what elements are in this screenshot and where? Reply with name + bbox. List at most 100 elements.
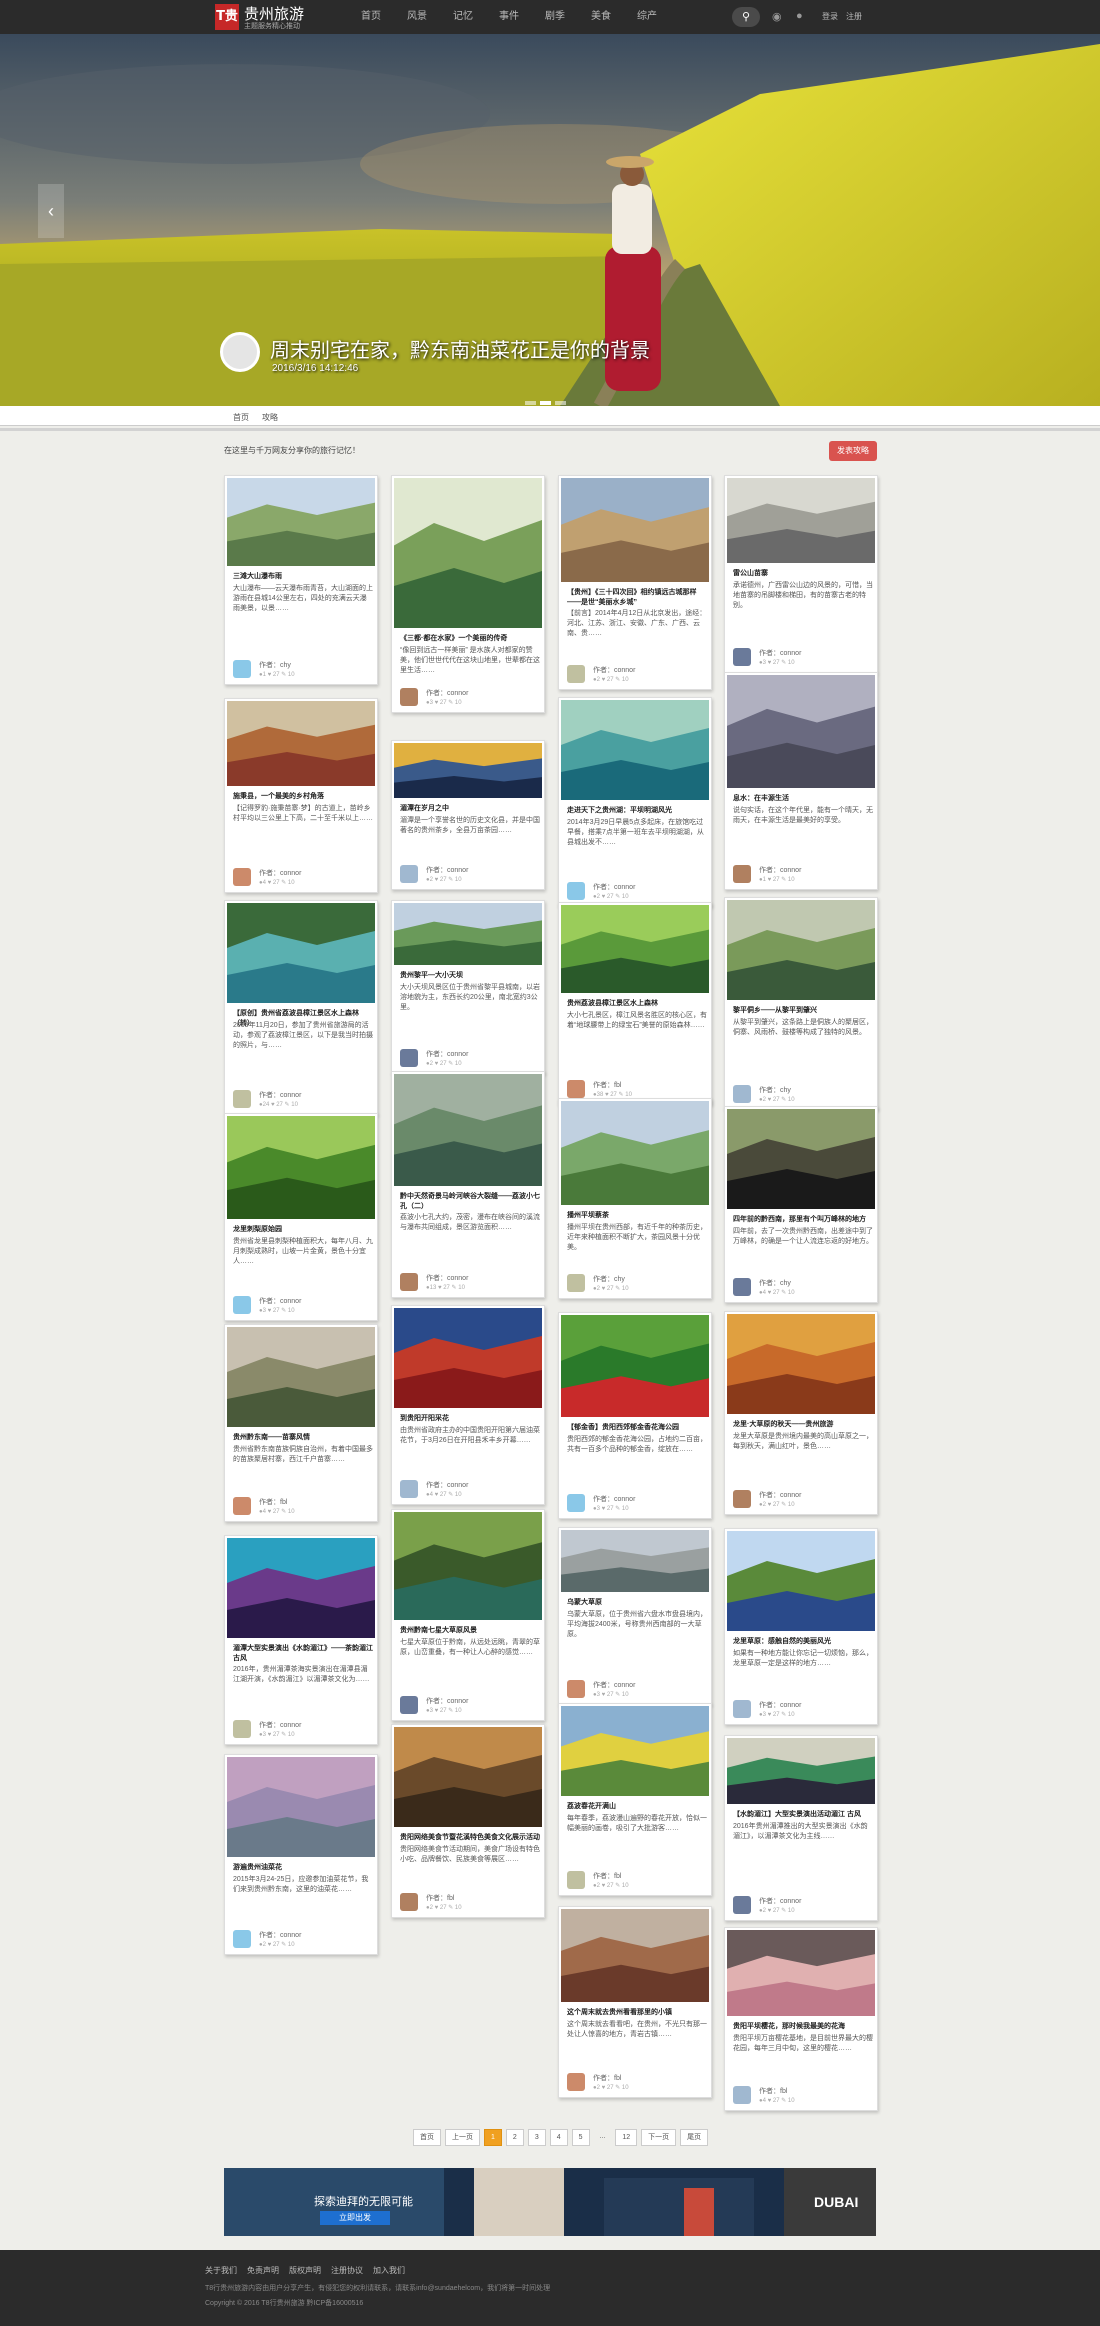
card-author[interactable]: 作者：connor	[426, 1049, 468, 1059]
author-avatar[interactable]	[733, 1700, 751, 1718]
author-avatar[interactable]	[567, 1080, 585, 1098]
nav-item-memory[interactable]: 记忆	[440, 0, 486, 34]
card-author[interactable]: 作者：connor	[593, 665, 635, 675]
card-thumbnail[interactable]	[727, 900, 875, 1000]
card-thumbnail[interactable]	[561, 478, 709, 582]
hero-slider[interactable]: ‹ 周末别宅在家，黔东南油菜花正是你的背景 2016/3/16 14:12:46	[0, 34, 1100, 406]
card-thumbnail[interactable]	[727, 1531, 875, 1631]
author-avatar[interactable]	[567, 1871, 585, 1889]
card-title[interactable]: 【水韵湄江】大型实景演出活动湄江 古风	[733, 1810, 873, 1820]
card-title[interactable]: 雷公山苗寨	[733, 569, 873, 579]
card-title[interactable]: 三滩大山瀑布雨	[233, 572, 373, 582]
card-author[interactable]: 作者：connor	[259, 868, 301, 878]
card-title[interactable]: 【贵州】《三十四次回》相约镇远古城那样——是世“美丽水乡城”	[567, 588, 707, 608]
card-title[interactable]: 贵州黔南七星大草原风景	[400, 1626, 540, 1636]
article-card[interactable]: 湄潭大型实景演出《水韵湄江》——茶韵湄江 古风 2016年，贵州湄潭茶海实景演出在…	[224, 1535, 378, 1745]
card-title[interactable]: 龙里刺梨原始园	[233, 1225, 373, 1235]
card-author[interactable]: 作者：fbl	[426, 1893, 454, 1903]
author-avatar[interactable]	[400, 1893, 418, 1911]
author-avatar[interactable]	[733, 2086, 751, 2104]
card-thumbnail[interactable]	[227, 1116, 375, 1219]
article-card[interactable]: 黔中天然奇景马岭河峡谷大裂缝——荔波小七孔（二） 荔波小七孔大约，茂密，漫布在峡谷…	[391, 1071, 545, 1298]
weibo-icon[interactable]: ◉	[772, 10, 782, 23]
card-author[interactable]: 作者：connor	[426, 1480, 468, 1490]
card-title[interactable]: 【郁金香】贵阳西郊郁金香花海公园	[567, 1423, 707, 1433]
card-thumbnail[interactable]	[394, 1074, 542, 1186]
article-card[interactable]: 贵州黔南七星大草原风景 七星大草原位于黔南，从远处远眺，青翠的草原，山峦重叠，有一…	[391, 1509, 545, 1721]
article-card[interactable]: 贵州黔东南——苗寨风情 贵州省黔东南苗族侗族自治州，有着中国最多的苗族聚居村寨，西…	[224, 1324, 378, 1522]
login-link[interactable]: 登录	[822, 11, 838, 22]
article-card[interactable]: 施秉县，一个最美的乡村角落 【记得罗豹·施秉苗寨·梦】的古道上，苗岭乡村平均以三公…	[224, 698, 378, 893]
page-button[interactable]: 4	[549, 2129, 568, 2146]
slide-dot[interactable]	[525, 401, 536, 405]
card-thumbnail[interactable]	[227, 1327, 375, 1427]
card-author[interactable]: 作者：fbl	[593, 2073, 621, 2083]
card-title[interactable]: 贵州荔波县樟江景区水上森林	[567, 999, 707, 1009]
card-title[interactable]: 湄潭大型实景演出《水韵湄江》——茶韵湄江 古风	[233, 1644, 373, 1664]
card-author[interactable]: 作者：connor	[759, 865, 801, 875]
card-author[interactable]: 作者：connor	[593, 1680, 635, 1690]
card-thumbnail[interactable]	[227, 903, 375, 1003]
author-avatar[interactable]	[567, 665, 585, 683]
card-thumbnail[interactable]	[561, 700, 709, 800]
card-thumbnail[interactable]	[727, 1930, 875, 2016]
author-avatar[interactable]	[567, 1494, 585, 1512]
search-button[interactable]: ⚲	[732, 7, 760, 27]
card-author[interactable]: 作者：connor	[426, 1273, 468, 1283]
card-thumbnail[interactable]	[561, 1909, 709, 2002]
author-avatar[interactable]	[567, 882, 585, 900]
author-avatar[interactable]	[400, 865, 418, 883]
author-avatar[interactable]	[567, 2073, 585, 2091]
card-title[interactable]: 乌蒙大草原	[567, 1598, 707, 1608]
nav-item-scenery[interactable]: 风景	[394, 0, 440, 34]
site-logo[interactable]: T贵	[215, 4, 239, 30]
footer-link-copyright[interactable]: 版权声明	[289, 2265, 321, 2276]
slide-dot[interactable]	[540, 401, 551, 405]
qq-icon[interactable]: ●	[796, 10, 803, 22]
page-button[interactable]: 3	[527, 2129, 546, 2146]
article-card[interactable]: 乌蒙大草原 乌蒙大草原，位于贵州省六盘水市盘县境内，平均海拔2400米，号称贵州西…	[558, 1527, 712, 1705]
article-card[interactable]: 播州平坝蔡茶 播州平坝在贵州西部，有近千年的种茶历史，近年来种植面积不断扩大，茶园…	[558, 1098, 712, 1299]
page-button[interactable]: 12	[615, 2129, 638, 2146]
card-title[interactable]: 《三都·都在水家》一个美丽的传奇	[400, 634, 540, 644]
nav-item-home[interactable]: 首页	[348, 0, 394, 34]
card-title[interactable]: 荔波春花开满山	[567, 1802, 707, 1812]
card-author[interactable]: 作者：fbl	[593, 1871, 621, 1881]
article-card[interactable]: 这个周末就去贵州看看那里的小镇 这个周末就去看看吧，在贵州，不光只有那一处让人惊喜…	[558, 1906, 712, 2098]
register-link[interactable]: 注册	[846, 11, 862, 22]
article-card[interactable]: 荔波春花开满山 每年春季，荔波漫山遍野的春花开放，恰似一幅美丽的画卷，吸引了大批游…	[558, 1703, 712, 1896]
author-avatar[interactable]	[233, 868, 251, 886]
card-author[interactable]: 作者：connor	[259, 1930, 301, 1940]
footer-link-about[interactable]: 关于我们	[205, 2265, 237, 2276]
page-button[interactable]: 首页	[413, 2129, 441, 2146]
card-thumbnail[interactable]	[227, 701, 375, 786]
card-author[interactable]: 作者：connor	[426, 865, 468, 875]
card-thumbnail[interactable]	[394, 743, 542, 798]
card-title[interactable]: 龙里草原：感触自然的美丽风光	[733, 1637, 873, 1647]
card-author[interactable]: 作者：connor	[759, 648, 801, 658]
author-avatar[interactable]	[400, 1049, 418, 1067]
author-avatar[interactable]	[733, 1896, 751, 1914]
card-thumbnail[interactable]	[561, 905, 709, 993]
card-thumbnail[interactable]	[227, 1538, 375, 1638]
card-thumbnail[interactable]	[394, 903, 542, 965]
card-thumbnail[interactable]	[227, 478, 375, 566]
footer-link-agreement[interactable]: 注册协议	[331, 2265, 363, 2276]
card-title[interactable]: 黎平侗乡——从黎平到肇兴	[733, 1006, 873, 1016]
card-title[interactable]: 走进天下之贵州湖：平坝明湖风光	[567, 806, 707, 816]
card-author[interactable]: 作者：connor	[759, 1700, 801, 1710]
card-author[interactable]: 作者：connor	[426, 1696, 468, 1706]
article-card[interactable]: 贵州荔波县樟江景区水上森林 大小七孔景区，樟江风景名胜区的核心区，有着“地球腰带上…	[558, 902, 712, 1105]
footer-link-join[interactable]: 加入我们	[373, 2265, 405, 2276]
card-author[interactable]: 作者：connor	[259, 1720, 301, 1730]
card-thumbnail[interactable]	[727, 1314, 875, 1414]
card-thumbnail[interactable]	[227, 1757, 375, 1857]
card-thumbnail[interactable]	[561, 1315, 709, 1417]
article-card[interactable]: 《三都·都在水家》一个美丽的传奇 “像回到远古一样美丽” 是水族人对都家的赞美，他…	[391, 475, 545, 713]
card-title[interactable]: 贵州黎平—大小天坝	[400, 971, 540, 981]
ad-cta-button[interactable]: 立即出发	[320, 2211, 390, 2225]
card-thumbnail[interactable]	[727, 1109, 875, 1209]
card-title[interactable]: 贵州黔东南——苗寨风情	[233, 1433, 373, 1443]
article-card[interactable]: 【原创】贵州省荔波县樟江景区水上森林（转） 2009年11月20日，参加了贵州省旅…	[224, 900, 378, 1115]
nav-item-products[interactable]: 综产	[624, 0, 670, 34]
